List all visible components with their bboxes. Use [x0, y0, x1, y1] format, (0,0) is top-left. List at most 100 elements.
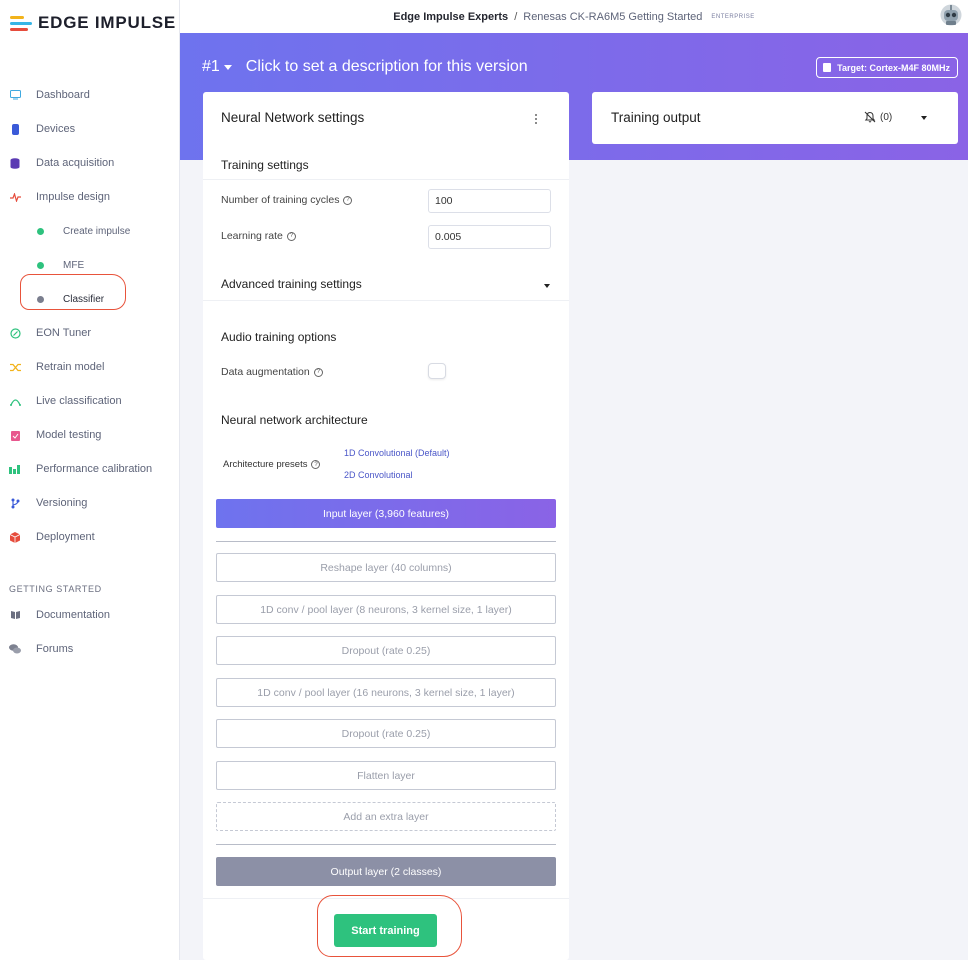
pulse-icon: [9, 191, 21, 203]
breadcrumb-project[interactable]: Renesas CK-RA6M5 Getting Started: [523, 11, 702, 23]
sidebar-item-label: Model testing: [36, 429, 102, 441]
learning-rate-input[interactable]: [428, 225, 551, 249]
label-text: Architecture presets: [223, 459, 308, 470]
training-output-title: Training output: [611, 110, 701, 125]
sidebar-item-label: Dashboard: [36, 89, 90, 101]
sidebar-item-label: EON Tuner: [36, 327, 92, 339]
training-cycles-label: Number of training cycles ?: [221, 194, 353, 206]
sidebar-subitem-create-impulse[interactable]: Create impulse: [0, 214, 180, 248]
neural-network-settings-card: Neural Network settings Training setting…: [203, 92, 569, 960]
card-title: Neural Network settings: [221, 110, 365, 125]
target-label: Target: Cortex-M4F 80MHz: [837, 62, 950, 73]
sidebar-item-dashboard[interactable]: Dashboard: [0, 78, 180, 112]
sidebar-item-forums[interactable]: Forums: [0, 632, 180, 666]
robot-avatar-icon: [940, 4, 962, 26]
sidebar-item-label: Impulse design: [36, 191, 110, 203]
sidebar-item-devices[interactable]: Devices: [0, 112, 180, 146]
layer-conv1d-2[interactable]: 1D conv / pool layer (16 neurons, 3 kern…: [216, 678, 556, 707]
bar-chart-icon: [9, 463, 21, 475]
help-icon[interactable]: ?: [286, 231, 296, 241]
label-text: Learning rate: [221, 230, 283, 242]
clipboard-check-icon: [9, 429, 21, 441]
preset-2d-conv-link[interactable]: 2D Convolutional: [344, 470, 413, 480]
monitor-icon: [9, 89, 21, 101]
training-settings-heading: Training settings: [221, 158, 309, 172]
notification-count: (0): [880, 111, 893, 123]
sidebar-item-performance-calibration[interactable]: Performance calibration: [0, 452, 180, 486]
breadcrumb-org[interactable]: Edge Impulse Experts: [393, 11, 508, 23]
database-icon: [9, 157, 21, 169]
architecture-heading: Neural network architecture: [221, 413, 368, 427]
notifications-toggle[interactable]: (0): [864, 111, 892, 123]
sidebar-item-retrain-model[interactable]: Retrain model: [0, 350, 180, 384]
book-icon: [9, 609, 21, 621]
help-icon[interactable]: ?: [343, 195, 353, 205]
help-icon[interactable]: ?: [313, 367, 323, 377]
section-getting-started: GETTING STARTED: [9, 584, 102, 594]
layer-divider: [216, 844, 556, 845]
chip-icon: [9, 123, 21, 135]
sidebar: EDGE IMPULSE Dashboard Devices Data acqu…: [0, 0, 180, 960]
chat-icon: [9, 643, 21, 655]
sidebar-item-deployment[interactable]: Deployment: [0, 520, 180, 554]
sidebar-item-label: Versioning: [36, 497, 88, 509]
output-layer[interactable]: Output layer (2 classes): [216, 857, 556, 886]
sidebar-item-model-testing[interactable]: Model testing: [0, 418, 180, 452]
top-bar: Edge Impulse Experts / Renesas CK-RA6M5 …: [180, 0, 968, 33]
branch-icon: [9, 497, 21, 509]
sidebar-item-label: Devices: [36, 123, 76, 135]
edge-impulse-logo-icon: [10, 13, 32, 33]
cube-icon: [9, 531, 21, 543]
sidebar-item-label: Performance calibration: [36, 463, 153, 475]
breadcrumb-separator: /: [514, 10, 518, 23]
data-augmentation-toggle[interactable]: [428, 363, 446, 379]
preset-1d-conv-link[interactable]: 1D Convolutional (Default): [344, 448, 450, 458]
sidebar-item-label: Deployment: [36, 531, 95, 543]
advanced-training-settings-toggle[interactable]: Advanced training settings: [221, 277, 362, 291]
help-icon[interactable]: ?: [311, 460, 321, 469]
architecture-presets-label: Architecture presets ?: [223, 459, 321, 470]
chevron-down-icon[interactable]: [544, 284, 550, 288]
sidebar-item-impulse-design[interactable]: Impulse design: [0, 180, 180, 214]
layer-flatten[interactable]: Flatten layer: [216, 761, 556, 790]
sidebar-item-label: Data acquisition: [36, 157, 115, 169]
sidebar-item-label: Retrain model: [36, 361, 105, 373]
add-extra-layer-button[interactable]: Add an extra layer: [216, 802, 556, 831]
more-options-icon[interactable]: [535, 114, 539, 124]
sidebar-item-eon-tuner[interactable]: EON Tuner: [0, 316, 180, 350]
logo[interactable]: EDGE IMPULSE: [10, 13, 176, 33]
training-output-card: Training output (0): [592, 92, 958, 144]
label-text: Number of training cycles: [221, 194, 340, 206]
layer-dropout-2[interactable]: Dropout (rate 0.25): [216, 719, 556, 748]
annotation-circle-start-training: [317, 895, 462, 957]
version-selector[interactable]: #1 Click to set a description for this v…: [202, 58, 528, 76]
sidebar-item-data-acquisition[interactable]: Data acquisition: [0, 146, 180, 180]
compass-icon: [9, 327, 21, 339]
chevron-down-icon[interactable]: [921, 116, 927, 120]
audio-training-options-heading: Audio training options: [221, 330, 337, 344]
sidebar-item-live-classification[interactable]: Live classification: [0, 384, 180, 418]
divider: [203, 179, 569, 180]
chip-icon: [823, 63, 832, 72]
target-device-button[interactable]: Target: Cortex-M4F 80MHz: [816, 57, 958, 78]
training-cycles-input[interactable]: [428, 189, 551, 213]
signal-icon: [9, 395, 21, 407]
status-dot: [37, 261, 44, 269]
learning-rate-label: Learning rate ?: [221, 230, 296, 242]
brand-name: EDGE IMPULSE: [38, 13, 177, 32]
divider: [203, 300, 569, 301]
status-dot: [37, 227, 44, 235]
sidebar-item-documentation[interactable]: Documentation: [0, 598, 180, 632]
input-layer[interactable]: Input layer (3,960 features): [216, 499, 556, 528]
layer-divider: [216, 541, 556, 542]
version-number: #1: [202, 58, 220, 75]
layer-dropout-1[interactable]: Dropout (rate 0.25): [216, 636, 556, 665]
sidebar-item-label: Live classification: [36, 395, 122, 407]
version-description[interactable]: Click to set a description for this vers…: [246, 58, 528, 76]
layer-reshape[interactable]: Reshape layer (40 columns): [216, 553, 556, 582]
sidebar-item-versioning[interactable]: Versioning: [0, 486, 180, 520]
layer-conv1d-1[interactable]: 1D conv / pool layer (8 neurons, 3 kerne…: [216, 595, 556, 624]
avatar[interactable]: [940, 3, 962, 27]
sidebar-item-label: MFE: [63, 259, 85, 271]
enterprise-badge: ENTERPRISE: [711, 13, 755, 20]
